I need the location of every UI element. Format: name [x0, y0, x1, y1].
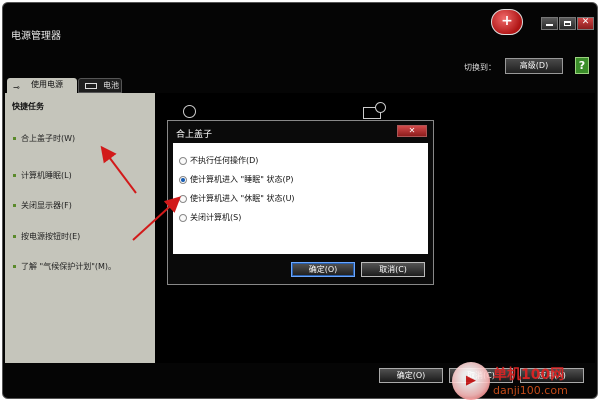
sidebar-item-climate-plan[interactable]: 了解 "气候保护计划"(M)。 [13, 261, 116, 272]
option-sleep-label: 使计算机进入 "睡眠" 状态(P) [190, 175, 294, 184]
battery-icon [85, 83, 97, 89]
advanced-mode-button[interactable]: 高级(D) [505, 58, 563, 74]
sidebar-item-sleep[interactable]: 计算机睡眠(L) [13, 170, 72, 181]
dialog-title: 合上盖子 [176, 130, 213, 140]
option-hibernate[interactable]: 使计算机进入 "休眠" 状态(U) [179, 193, 295, 204]
lid-close-dialog: 合上盖子 ✕ 不执行任何操作(D) 使计算机进入 "睡眠" 状态(P) 使计算机… [167, 120, 434, 285]
option-shutdown[interactable]: 关闭计算机(S) [179, 212, 241, 223]
option-shutdown-label: 关闭计算机(S) [190, 213, 242, 222]
radio-do-nothing[interactable] [179, 156, 187, 165]
option-do-nothing-label: 不执行任何操作(D) [190, 156, 259, 165]
window-title: 电源管理器 [11, 31, 61, 42]
option-sleep[interactable]: 使计算机进入 "睡眠" 状态(P) [179, 174, 294, 185]
dialog-options-panel: 不执行任何操作(D) 使计算机进入 "睡眠" 状态(P) 使计算机进入 "休眠"… [173, 143, 428, 254]
option-hibernate-label: 使计算机进入 "休眠" 状态(U) [190, 194, 295, 203]
tab-ac-power-label: 使用电源 [31, 80, 63, 89]
dialog-ok-button[interactable]: 确定(O) [291, 262, 355, 277]
power-symbol-icon [183, 105, 196, 118]
sidebar-item-power-button[interactable]: 按电源按钮时(E) [13, 231, 80, 242]
footer-ok-button[interactable]: 确定(O) [379, 368, 443, 383]
minimize-button[interactable] [541, 17, 558, 30]
battery-app-icon [491, 9, 523, 35]
switch-to-label: 切换到： [464, 63, 496, 72]
close-window-button[interactable] [577, 17, 594, 30]
option-do-nothing[interactable]: 不执行任何操作(D) [179, 155, 258, 166]
radio-hibernate[interactable] [179, 194, 187, 203]
tab-battery[interactable]: 电池 [78, 78, 122, 93]
watermark-site-name: 单机100网 [493, 367, 565, 383]
radio-shutdown[interactable] [179, 213, 187, 222]
maximize-button[interactable] [559, 17, 576, 30]
tab-ac-power[interactable]: ⊸ 使用电源 [7, 78, 77, 93]
dialog-close-button[interactable]: ✕ [397, 125, 427, 137]
dialog-cancel-button[interactable]: 取消(C) [361, 262, 425, 277]
quick-tasks-heading: 快捷任务 [12, 102, 44, 111]
tab-battery-label: 电池 [103, 81, 119, 90]
help-icon[interactable]: ? [575, 57, 589, 74]
sidebar-item-turn-off-display[interactable]: 关闭显示器(F) [13, 200, 72, 211]
quick-tasks-panel: 快捷任务 合上盖子时(W) 计算机睡眠(L) 关闭显示器(F) 按电源按钮时(E… [5, 93, 155, 363]
radio-sleep[interactable] [179, 175, 187, 184]
watermark-site-url: danji100.com [493, 384, 568, 397]
watermark-logo [452, 362, 490, 400]
sidebar-item-lid-close[interactable]: 合上盖子时(W) [13, 133, 75, 144]
display-timer-icon [363, 102, 386, 119]
